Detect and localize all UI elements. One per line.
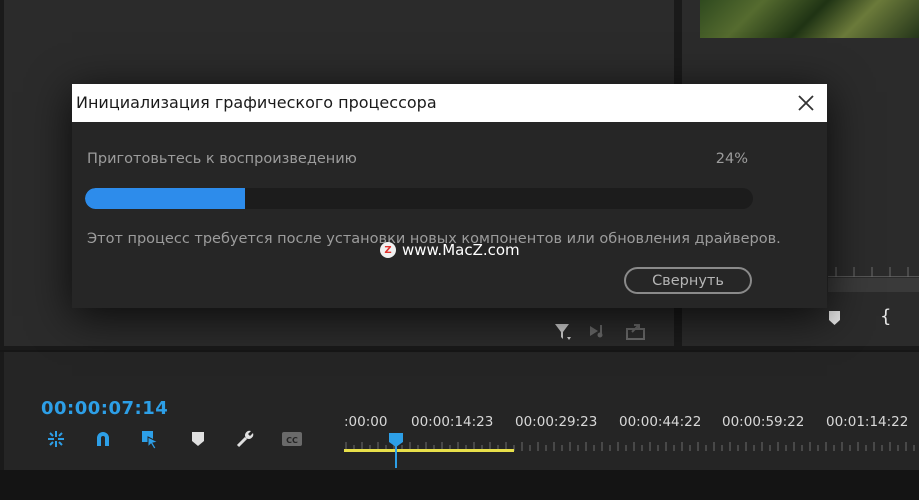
- wrench-icon[interactable]: [234, 428, 256, 450]
- progress-percent: 24%: [715, 151, 748, 167]
- ruler-label: 00:00:44:22: [619, 414, 702, 430]
- export-frame-icon[interactable]: [625, 322, 647, 344]
- minimize-button[interactable]: Свернуть: [624, 267, 752, 294]
- mark-in-out-icon[interactable]: {: [880, 306, 891, 327]
- watermark-text: www.MacZ.com: [402, 241, 520, 259]
- progress-fill: [85, 188, 246, 209]
- audio-icon[interactable]: [588, 322, 610, 344]
- timeline-timecode[interactable]: 00:00:07:14: [41, 398, 168, 419]
- svg-text:CC: CC: [286, 436, 298, 445]
- status-text: Приготовьтесь к воспроизведению: [87, 151, 357, 167]
- ruler-label: 00:00:59:22: [722, 414, 805, 430]
- close-icon[interactable]: [794, 91, 818, 115]
- timeline-ruler-labels: :00:00 00:00:14:23 00:00:29:23 00:00:44:…: [344, 414, 919, 432]
- watermark-logo: Z: [380, 242, 396, 258]
- playhead-line[interactable]: [395, 446, 397, 468]
- add-marker-icon[interactable]: [187, 428, 209, 450]
- timeline-tracks-edge: [0, 470, 919, 500]
- work-area-bar[interactable]: [344, 449, 514, 452]
- captions-icon[interactable]: CC: [281, 428, 303, 450]
- program-scroll-bar[interactable]: [828, 278, 919, 292]
- insert-snap-icon[interactable]: [45, 428, 67, 450]
- gpu-init-dialog: Инициализация графического процессора Пр…: [72, 84, 827, 308]
- playhead-handle[interactable]: [389, 432, 403, 447]
- watermark: Z www.MacZ.com: [380, 241, 520, 259]
- ruler-label: 00:00:29:23: [515, 414, 598, 430]
- magnet-icon[interactable]: [92, 428, 114, 450]
- timeline-ruler[interactable]: [344, 436, 919, 451]
- linked-selection-icon[interactable]: [139, 428, 161, 450]
- ruler-label: 00:01:14:22: [826, 414, 909, 430]
- progress-bar: [85, 188, 753, 209]
- program-ruler: [828, 262, 919, 277]
- marker-icon[interactable]: [829, 310, 840, 325]
- ruler-label: 00:00:14:23: [411, 414, 494, 430]
- filter-icon[interactable]: [553, 322, 573, 346]
- dialog-titlebar[interactable]: Инициализация графического процессора: [72, 84, 827, 122]
- dialog-title: Инициализация графического процессора: [76, 93, 437, 112]
- program-video-frame: [700, 0, 919, 38]
- ruler-label: :00:00: [344, 414, 388, 430]
